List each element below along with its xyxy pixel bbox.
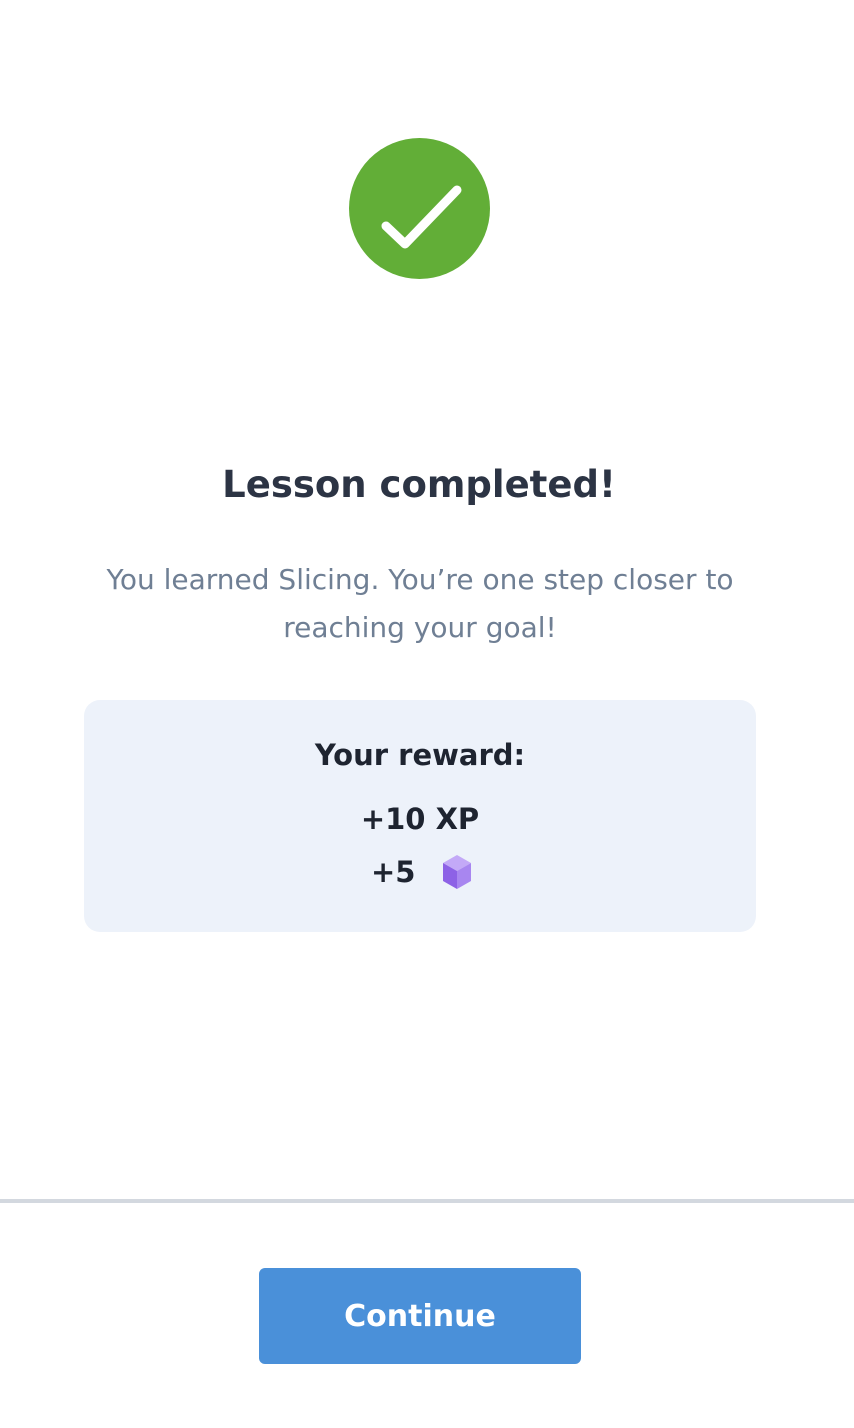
footer-divider (0, 1199, 854, 1203)
reward-heading: Your reward: (314, 738, 526, 772)
gem-cube-icon (443, 855, 472, 889)
lesson-complete-screen: Lesson completed! You learned Slicing. Y… (0, 0, 854, 1428)
xp-reward: +10 XP (360, 802, 480, 836)
continue-button[interactable]: Continue (259, 1268, 581, 1364)
checkmark-circle-icon (349, 138, 490, 279)
gem-reward-amount: +5 (371, 855, 416, 889)
lesson-completed-title: Lesson completed! (222, 463, 616, 506)
gem-reward: +5 (371, 852, 473, 892)
lesson-completed-message: You learned Slicing. You’re one step clo… (106, 563, 734, 644)
